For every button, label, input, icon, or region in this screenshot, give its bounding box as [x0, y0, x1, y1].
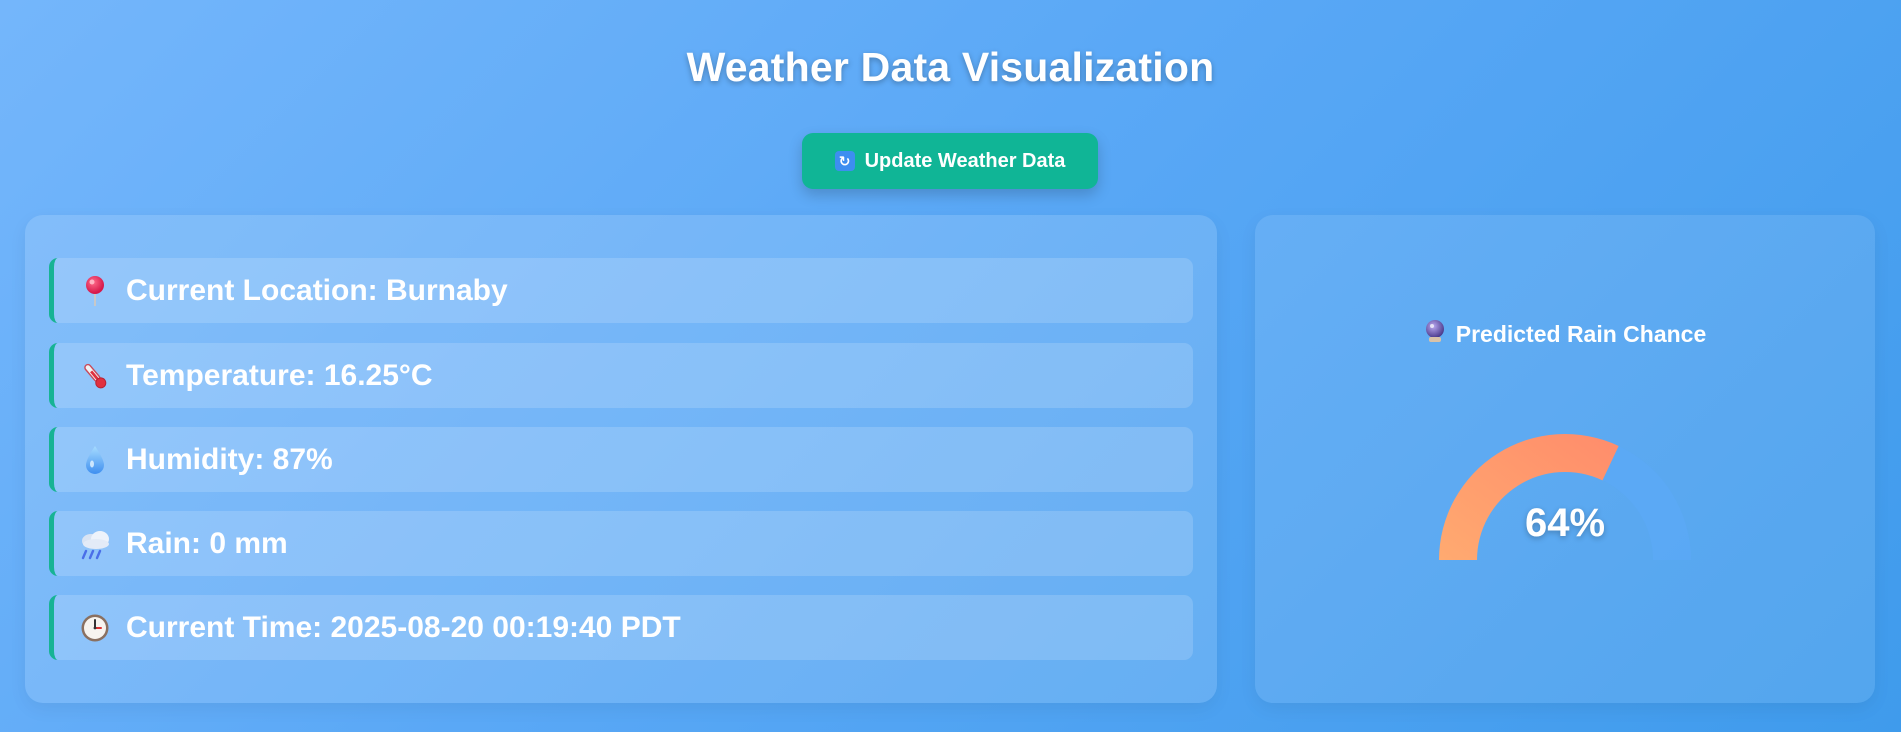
location-row: Current Location: Burnaby	[49, 258, 1193, 323]
pin-icon	[78, 274, 112, 308]
page-title: Weather Data Visualization	[686, 44, 1215, 90]
droplet-icon	[78, 443, 112, 477]
clock-icon	[78, 611, 112, 645]
update-weather-label: Update Weather Data	[864, 149, 1066, 172]
thermometer-icon	[78, 359, 112, 393]
rain-text: Rain: 0 mm	[126, 526, 288, 560]
time-row: Current Time: 2025-08-20 00:19:40 PDT	[49, 595, 1193, 660]
refresh-icon: ↻	[834, 151, 855, 171]
rain-row: Rain: 0 mm	[49, 511, 1193, 576]
crystal-ball-icon	[1424, 319, 1446, 349]
time-text: Current Time: 2025-08-20 00:19:40 PDT	[126, 610, 681, 644]
gauge-title-text: Predicted Rain Chance	[1455, 320, 1707, 347]
location-text: Current Location: Burnaby	[126, 273, 508, 307]
weather-info-panel: Current Location: Burnaby Temperature: 1…	[25, 215, 1217, 703]
rain-chance-panel: Predicted Rain Chance 64%	[1255, 215, 1875, 703]
rain-chance-gauge	[1439, 434, 1691, 560]
temperature-text: Temperature: 16.25°C	[126, 358, 433, 392]
humidity-row: Humidity: 87%	[49, 427, 1193, 492]
humidity-text: Humidity: 87%	[126, 442, 333, 476]
temperature-row: Temperature: 16.25°C	[49, 343, 1193, 408]
gauge-title: Predicted Rain Chance	[1255, 319, 1875, 349]
gauge-value: 64%	[1524, 501, 1606, 545]
update-weather-button[interactable]: ↻ Update Weather Data	[802, 133, 1098, 189]
rain-cloud-icon	[78, 527, 112, 561]
